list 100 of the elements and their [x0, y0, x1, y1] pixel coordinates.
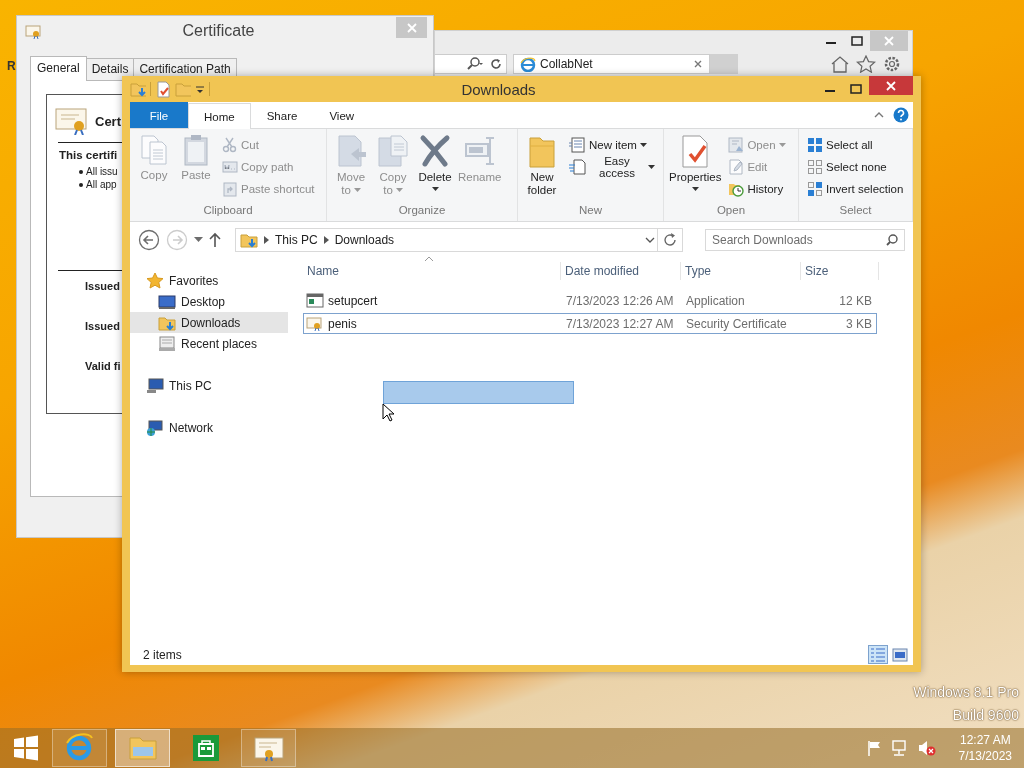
- taskbar-button[interactable]: [241, 729, 296, 767]
- star-icon: [146, 272, 164, 289]
- breadcrumb[interactable]: Downloads: [334, 233, 395, 247]
- search-icon[interactable]: [886, 234, 898, 246]
- search-field[interactable]: Search Downloads: [705, 229, 905, 251]
- caret-icon: [691, 187, 699, 192]
- bullet-text: All issu: [86, 166, 118, 177]
- rename-icon: [463, 134, 496, 168]
- properties-icon: [680, 134, 711, 168]
- file-row[interactable]: setupcert 7/13/2023 12:26 AM Application 12 KB: [303, 290, 877, 311]
- table-cell-text: 12 KB: [838, 293, 873, 308]
- settings-icon[interactable]: [882, 54, 902, 73]
- scissors-icon: [222, 137, 238, 153]
- ribbon-button[interactable]: Easy access: [566, 156, 657, 178]
- refresh-icon[interactable]: [490, 57, 502, 70]
- search-icon[interactable]: [466, 56, 484, 71]
- close-button[interactable]: [869, 76, 913, 95]
- caret-icon: [395, 188, 403, 193]
- column-header[interactable]: Type: [681, 262, 801, 280]
- select-all-icon: [807, 137, 823, 153]
- flag-icon[interactable]: [865, 740, 882, 756]
- status-text: 2 items: [143, 647, 182, 662]
- group-label: Select: [838, 204, 873, 218]
- nav-item[interactable]: Favorites: [130, 270, 288, 291]
- chevron-icon[interactable]: [323, 236, 329, 244]
- address-field[interactable]: [435, 53, 507, 74]
- close-icon: [885, 79, 897, 92]
- table-cell-text: 7/13/2023 12:26 AM: [565, 293, 675, 308]
- clipboard-icon: [183, 134, 209, 166]
- caret-icon: [353, 188, 361, 193]
- view-button[interactable]: [890, 645, 910, 664]
- ribbon-tab[interactable]: File: [130, 102, 188, 128]
- nav-item[interactable]: Desktop: [130, 291, 288, 312]
- sort-icon[interactable]: [425, 256, 433, 261]
- ribbon-button[interactable]: Select all: [805, 134, 906, 156]
- bullet-icon: [79, 169, 83, 174]
- close-icon[interactable]: [693, 58, 703, 69]
- address-bar[interactable]: This PC Downloads: [235, 228, 683, 252]
- maximize-icon[interactable]: [850, 84, 862, 94]
- ribbon-button[interactable]: New folder: [522, 134, 562, 204]
- column-header[interactable]: Size: [801, 262, 879, 280]
- desktop-icon: [158, 293, 176, 310]
- group-label: Organize: [397, 204, 447, 218]
- star-icon[interactable]: [856, 54, 876, 73]
- column-header[interactable]: Date modified: [561, 262, 681, 280]
- delete-icon: [419, 134, 451, 168]
- ribbon-tab[interactable]: Home: [188, 103, 251, 129]
- group-label: Clipboard: [202, 204, 254, 218]
- ribbon-button[interactable]: Invert selection: [805, 178, 906, 200]
- caret-icon: [639, 142, 647, 148]
- breadcrumb[interactable]: This PC: [275, 233, 318, 247]
- close-icon: [883, 35, 895, 47]
- open-icon: [728, 137, 745, 153]
- new-item-icon: [568, 137, 586, 153]
- table-cell-text: 3 KB: [845, 316, 873, 331]
- help-icon[interactable]: [893, 107, 909, 123]
- dropdown-icon[interactable]: [194, 237, 203, 243]
- bullet-text: All app: [86, 179, 117, 190]
- speaker-muted-icon[interactable]: [917, 740, 936, 756]
- group-label: New: [578, 204, 603, 218]
- chevron-icon[interactable]: [264, 236, 269, 244]
- table-cell-text: 7/13/2023 12:27 AM: [565, 316, 675, 331]
- maximize-icon[interactable]: [851, 36, 863, 46]
- recent-places-icon: [158, 335, 176, 352]
- collapse-icon[interactable]: [874, 111, 884, 119]
- tab[interactable]: General: [30, 56, 87, 81]
- back-icon[interactable]: [138, 229, 160, 251]
- ribbon-button[interactable]: History: [726, 178, 788, 200]
- select-none-icon: [807, 159, 823, 175]
- up-arrow-icon[interactable]: [209, 232, 221, 248]
- document-icon: [568, 159, 586, 175]
- window-title: Certificate: [181, 22, 256, 40]
- file-name: setupcert: [328, 293, 378, 308]
- ribbon-button[interactable]: New item: [566, 134, 657, 156]
- windows-logo-icon[interactable]: [13, 735, 39, 761]
- nav-item[interactable]: Downloads: [130, 312, 288, 333]
- caret-icon: [648, 164, 655, 170]
- ribbon-button[interactable]: Delete: [415, 134, 455, 204]
- certificate-statement: This certifi: [59, 149, 119, 161]
- shortcut-icon: [222, 181, 238, 197]
- column-header[interactable]: Name: [303, 262, 561, 280]
- field-label: Valid fi: [85, 360, 121, 372]
- ribbon-button[interactable]: Select none: [805, 156, 906, 178]
- file-row[interactable]: penis 7/13/2023 12:27 AM Security Certificate 3 KB: [303, 313, 877, 334]
- dropdown-icon[interactable]: [643, 235, 657, 245]
- move-to-icon: [335, 134, 367, 168]
- browser-tab[interactable]: CollabNet: [513, 53, 710, 74]
- table-cell-text: Security Certificate: [685, 316, 788, 331]
- properties-icon[interactable]: [155, 80, 171, 98]
- ribbon-button[interactable]: Properties: [668, 134, 723, 204]
- nav-item[interactable]: Network: [130, 417, 288, 438]
- caret-icon: [431, 187, 439, 192]
- nav-item[interactable]: Recent places: [130, 333, 288, 354]
- window-title: Downloads: [460, 80, 537, 98]
- home-icon[interactable]: [830, 54, 850, 73]
- copy-to-icon: [377, 134, 409, 168]
- nav-item[interactable]: This PC: [130, 375, 288, 396]
- bullet-icon: [79, 182, 83, 187]
- downloads-folder-icon[interactable]: [130, 80, 146, 98]
- refresh-icon[interactable]: [663, 233, 677, 247]
